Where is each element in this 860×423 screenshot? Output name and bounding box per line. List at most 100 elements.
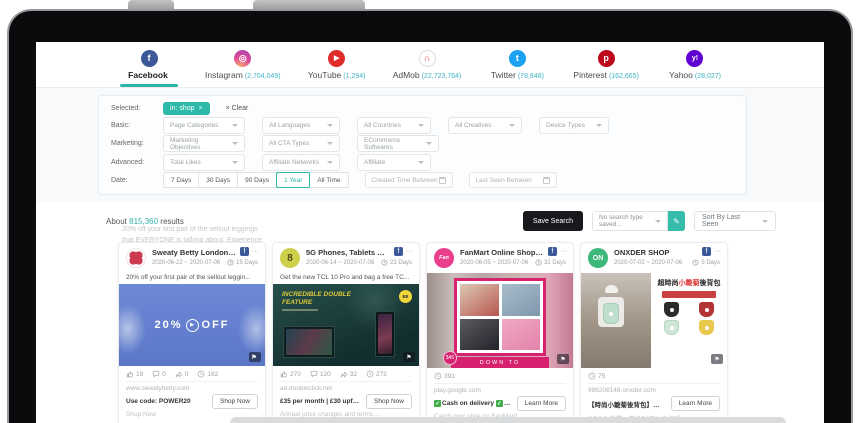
network-tabs: f Facebook ◎ Instagram(2,704,049) ▶ YouT… <box>36 42 824 88</box>
basic-label: Basic: <box>111 122 163 129</box>
page-categories-select[interactable]: Page Categories <box>163 117 245 134</box>
ad-creative-image[interactable]: DOWN TO $45 ⚑ <box>427 273 573 368</box>
card-header: Fan FanMart Online Shopping - F... f ···… <box>427 243 573 273</box>
ad-date-range: 2020-06-22 ~ 2020-07-06 <box>152 260 220 266</box>
shares-stat: 32 <box>340 370 357 378</box>
collage-tile <box>502 319 541 351</box>
range-7-days[interactable]: 7 Days <box>163 172 199 188</box>
tab-yahoo[interactable]: y! Yahoo(28,027) <box>666 42 724 87</box>
range-1-year[interactable]: 1 Year <box>276 172 310 188</box>
selected-chip[interactable]: in: shop × <box>163 102 210 115</box>
affiliate-networks-select[interactable]: Affiliate Networks <box>262 154 340 171</box>
tab-twitter[interactable]: t Twitter(78,848) <box>488 42 546 87</box>
device-types-select[interactable]: Device Types <box>539 117 609 134</box>
languages-select[interactable]: All Languages <box>262 117 340 134</box>
collage-tile <box>460 284 499 316</box>
saved-search-select[interactable]: No search type saved... <box>592 211 668 231</box>
edit-saved-search-button[interactable]: ✎ <box>668 211 685 231</box>
play-icon[interactable]: ▶ <box>186 319 199 332</box>
ad-body-text: Get the new TCL 10 Pro and bag a free TC… <box>273 273 419 284</box>
advanced-row: Advanced: Total Likes Affiliate Networks… <box>111 154 734 171</box>
calendar-icon <box>439 177 446 184</box>
chevron-down-icon <box>327 142 333 145</box>
sort-select[interactable]: Sort By Last Seen <box>694 211 776 231</box>
likes-stat: 270 <box>280 370 301 378</box>
chevron-down-icon <box>232 161 238 164</box>
creative-text: INCREDIBLE DOUBLEFEATURE <box>282 291 351 307</box>
ad-creative-image[interactable]: 20% ▶ OFF ⚑ <box>119 284 265 366</box>
like-icon <box>126 370 134 378</box>
clock-icon <box>381 259 388 266</box>
advertiser-avatar[interactable]: 8 <box>280 248 300 268</box>
cta-button[interactable]: Shop Now <box>366 394 412 409</box>
bookmark-icon[interactable]: ⚑ <box>711 354 723 364</box>
cta-button[interactable]: Learn More <box>517 396 566 411</box>
bookmark-icon[interactable]: ⚑ <box>557 354 569 364</box>
created-time-input[interactable]: Created Time Between <box>365 172 453 188</box>
card-menu-icon[interactable]: ··· <box>252 248 259 255</box>
backpack-swatch <box>664 302 679 317</box>
bookmark-icon[interactable]: ⚑ <box>403 352 415 362</box>
time-stat: 162 <box>197 370 218 378</box>
model-photo <box>581 273 651 368</box>
ad-stats: 75 <box>581 368 727 383</box>
card-menu-icon[interactable]: ··· <box>560 248 567 255</box>
clock-icon <box>366 370 374 378</box>
date-label: Date: <box>111 177 163 184</box>
card-header: ON ONXDER SHOP f ··· 2020-07-02 ~ 2020-0… <box>581 243 727 273</box>
youtube-icon: ▶ <box>328 50 345 67</box>
ad-creative-image[interactable]: INCREDIBLE DOUBLEFEATURE EE ⚑ <box>273 284 419 366</box>
cta-button[interactable]: Shop Now <box>212 394 258 409</box>
chevron-down-icon <box>762 220 768 223</box>
like-icon <box>280 370 288 378</box>
countries-select[interactable]: All Countries <box>357 117 431 134</box>
tab-label: Yahoo(28,027) <box>669 70 721 80</box>
tab-youtube[interactable]: ▶ YouTube(1,294) <box>308 42 366 87</box>
creatives-select[interactable]: All Creatives <box>448 117 522 134</box>
ad-duration: 15 Days <box>227 259 258 266</box>
tab-label: AdMob(22,723,764) <box>393 70 462 80</box>
results-bar: About 815,360 results Save Search No sea… <box>106 200 776 242</box>
advertiser-avatar[interactable]: Fan <box>434 248 454 268</box>
ad-creative-image[interactable]: 超時尚小雛菊後背包 ⚑ <box>581 273 727 368</box>
ad-stats: 270 120 32 272 <box>273 366 419 381</box>
total-likes-select[interactable]: Total Likes <box>163 154 245 171</box>
share-icon <box>340 370 348 378</box>
ad-date-range: 2020-06-14 ~ 2020-07-06 <box>306 260 374 266</box>
comment-icon <box>310 370 318 378</box>
tab-label: Instagram(2,704,049) <box>205 70 281 80</box>
card-menu-icon[interactable]: ··· <box>714 248 721 255</box>
range-all-time[interactable]: All Time <box>309 172 348 188</box>
affiliate-select[interactable]: Affiliate <box>357 154 431 171</box>
clear-filters-link[interactable]: × Clear <box>226 105 249 112</box>
twitter-icon: t <box>509 50 526 67</box>
range-90-days[interactable]: 90 Days <box>237 172 277 188</box>
selected-label: Selected: <box>111 105 163 112</box>
tab-pinterest[interactable]: p Pinterest(162,665) <box>573 42 639 87</box>
selected-row: Selected: in: shop × × Clear <box>111 102 734 115</box>
card-menu-icon[interactable]: ··· <box>406 248 413 255</box>
results-count: 815,360 <box>129 217 158 226</box>
chip-close-icon[interactable]: × <box>199 105 203 112</box>
tab-admob[interactable]: ∩ AdMob(22,723,764) <box>393 42 462 87</box>
time-stat: 272 <box>366 370 387 378</box>
advertiser-avatar[interactable]: ON <box>588 248 608 268</box>
advertiser-avatar[interactable] <box>126 248 146 268</box>
facebook-badge-icon: f <box>394 247 403 256</box>
ecommerce-softwares-select[interactable]: ECommerce Softwares <box>357 135 439 152</box>
tab-instagram[interactable]: ◎ Instagram(2,704,049) <box>205 42 281 87</box>
cta-button[interactable]: Learn More <box>671 396 720 411</box>
filter-section: Selected: in: shop × × Clear Basic: Page… <box>36 88 824 202</box>
calendar-icon <box>543 177 550 184</box>
marketing-objectives-select[interactable]: Marketing Objectives <box>163 135 245 152</box>
range-30-days[interactable]: 30 Days <box>198 172 238 188</box>
cta-types-select[interactable]: All CTA Types <box>262 135 340 152</box>
tab-label: Pinterest(162,665) <box>573 70 639 80</box>
ad-duration: 23 Days <box>381 259 412 266</box>
save-search-button[interactable]: Save Search <box>523 211 583 231</box>
bookmark-icon[interactable]: ⚑ <box>249 352 261 362</box>
last-seen-input[interactable]: Last Seen Between <box>469 172 557 188</box>
check-icon: ✓ <box>496 400 503 407</box>
tab-facebook[interactable]: f Facebook <box>120 42 178 87</box>
pencil-icon: ✎ <box>673 217 680 226</box>
